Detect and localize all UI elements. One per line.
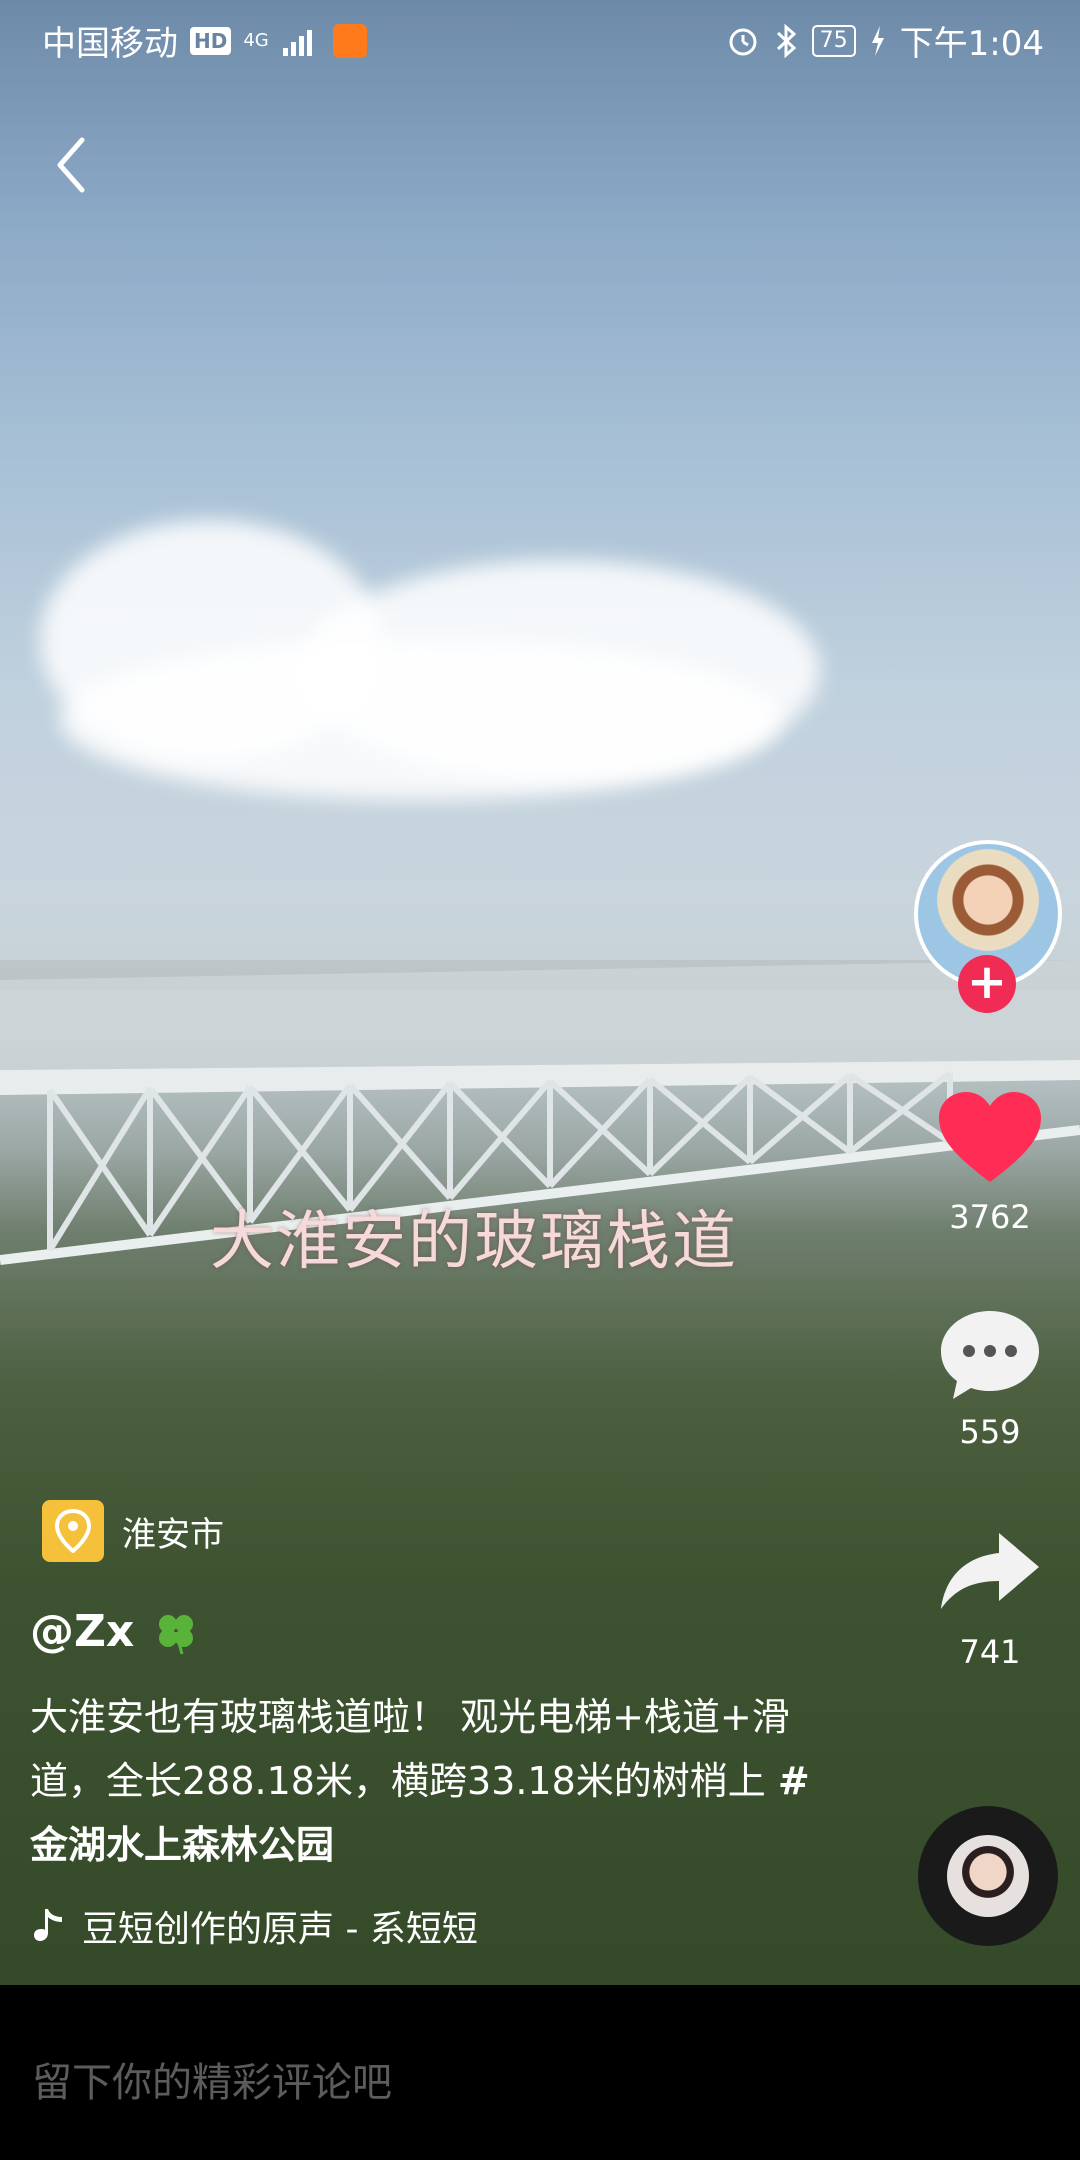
location-pin-icon	[42, 1500, 104, 1562]
hd-badge: HD	[190, 26, 232, 55]
share-icon	[941, 1533, 1039, 1609]
network-label: 4G	[243, 29, 269, 51]
charging-icon	[871, 25, 884, 56]
bluetooth-icon	[776, 23, 796, 58]
music-info[interactable]: 豆短创作的原声 - 系短短	[32, 1900, 478, 1952]
username-label: @Zx	[30, 1606, 135, 1657]
music-disc[interactable]	[918, 1806, 1058, 1946]
video-caption: 大淮安的玻璃栈道	[210, 1205, 738, 1279]
follow-button[interactable]: +	[958, 955, 1016, 1013]
comment-count: 559	[959, 1413, 1021, 1451]
signal-icon	[282, 29, 312, 56]
author-name[interactable]: @Zx	[30, 1606, 200, 1657]
location-label: 淮安市	[122, 1514, 224, 1555]
post-description: 大淮安也有玻璃栈道啦！ 观光电梯+栈道+滑道，全长288.18米，横跨33.18…	[30, 1685, 830, 1877]
app-notification-icon	[332, 23, 367, 58]
heart-icon	[939, 1092, 1041, 1182]
music-title: 豆短创作的原声 - 系短短	[82, 1909, 478, 1950]
back-icon[interactable]	[48, 130, 98, 200]
share-button[interactable]: 741	[920, 1525, 1060, 1671]
share-count: 741	[959, 1633, 1021, 1671]
comment-input[interactable]: 留下你的精彩评论吧	[32, 2050, 392, 2108]
battery-icon: 75	[811, 24, 856, 57]
time-label: 下午1:04	[899, 24, 1044, 64]
comment-button[interactable]: 559	[920, 1305, 1060, 1451]
carrier-label: 中国移动	[42, 24, 178, 64]
alarm-icon	[729, 28, 757, 55]
like-count: 3762	[949, 1198, 1031, 1236]
location-tag[interactable]: 淮安市	[42, 1500, 224, 1562]
music-cover	[947, 1835, 1029, 1917]
music-note-icon	[34, 1909, 62, 1941]
like-button[interactable]: 3762	[920, 1090, 1060, 1236]
comment-icon	[941, 1311, 1039, 1399]
cloud	[60, 640, 780, 800]
description-text: 大淮安也有玻璃栈道啦！ 观光电梯+栈道+滑道，全长288.18米，横跨33.18…	[30, 1695, 790, 1803]
status-bar: 中国移动 HD 4G 75 下午1:04	[0, 0, 1080, 72]
clover-icon	[159, 1614, 194, 1654]
